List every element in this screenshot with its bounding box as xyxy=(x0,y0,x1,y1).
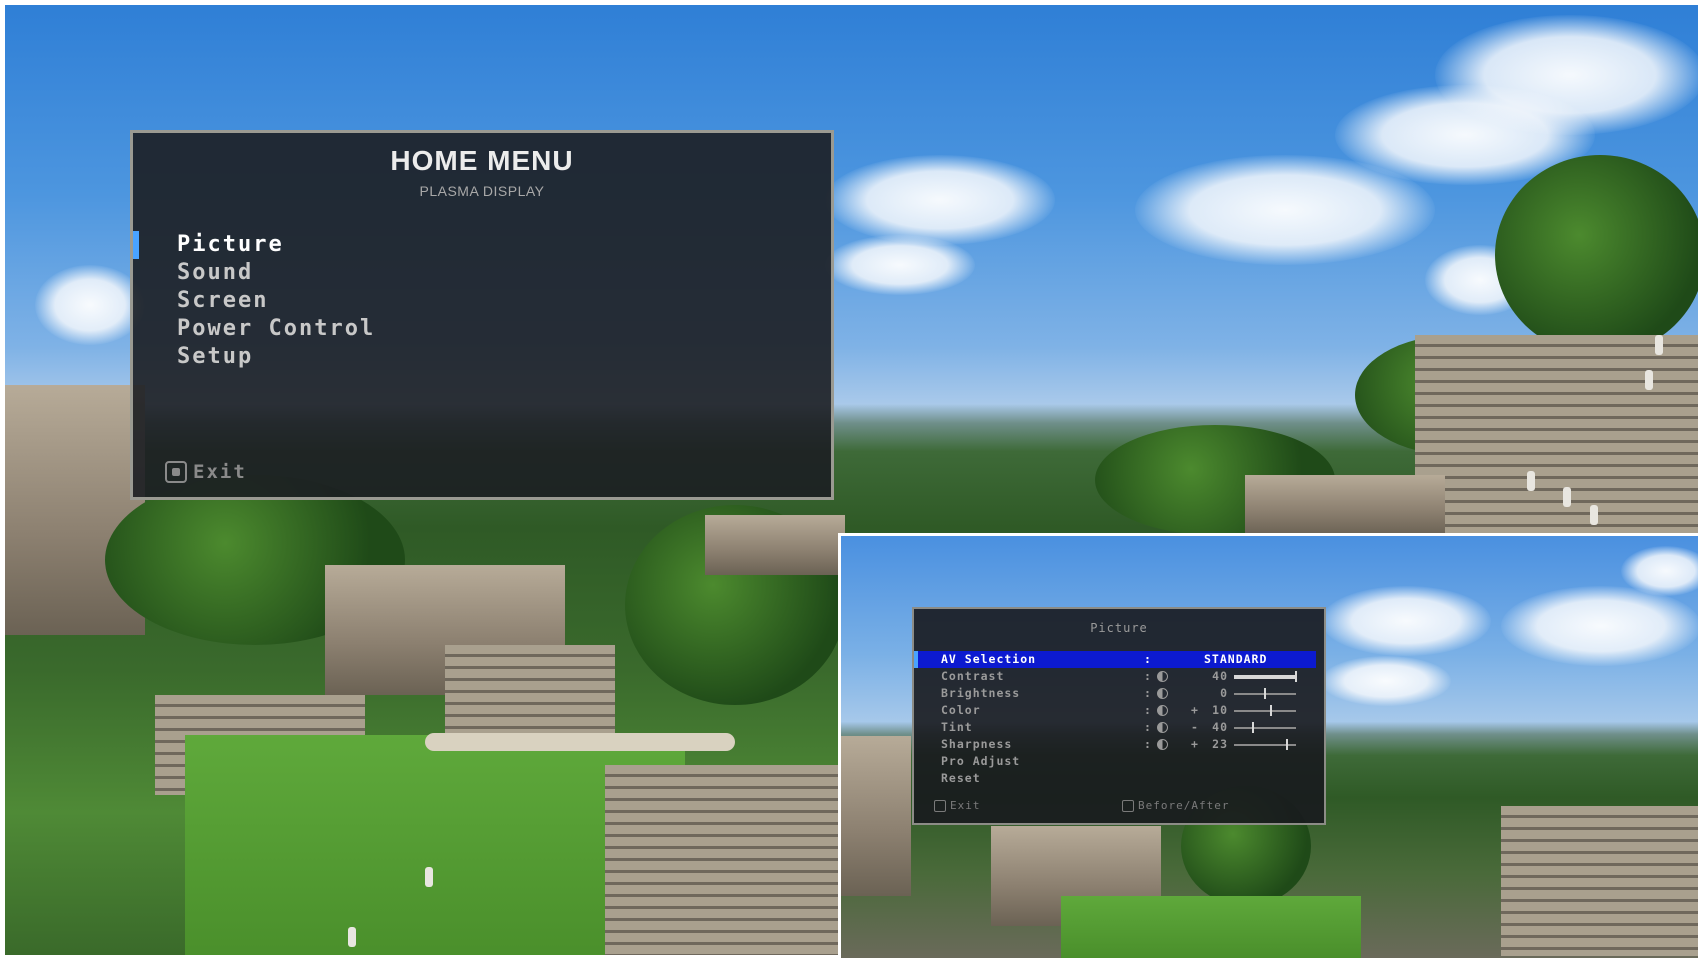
sharpness-label: Sharpness xyxy=(941,737,1013,751)
av-selection-label: AV Selection xyxy=(941,652,1037,666)
brightness-row[interactable]: Brightness : 0 xyxy=(914,685,1324,702)
picture-menu-panel: Picture AV Selection : STANDARD Contrast… xyxy=(912,607,1326,825)
picture-exit-button[interactable]: Exit xyxy=(934,799,981,812)
contrast-slider-thumb[interactable] xyxy=(1295,671,1297,682)
menu-item-screen[interactable]: Screen xyxy=(133,287,831,315)
brightness-icon xyxy=(1157,688,1168,699)
picture-menu-footer: Exit Before/After xyxy=(914,799,1324,815)
pro-adjust-label: Pro Adjust xyxy=(941,754,1021,768)
contrast-slider-fill xyxy=(1234,675,1296,679)
menu-item-setup[interactable]: Setup xyxy=(133,343,831,371)
contrast-value: 40 xyxy=(1212,669,1228,683)
picture-menu-title: Picture xyxy=(1090,621,1148,635)
brightness-value: 0 xyxy=(1220,686,1228,700)
picture-exit-label: Exit xyxy=(950,799,981,812)
before-after-label: Before/After xyxy=(1138,799,1230,812)
tint-sign: - xyxy=(1191,720,1199,734)
home-menu-panel: HOME MENU PLASMA DISPLAY Picture Sound S… xyxy=(130,130,834,500)
contrast-label: Contrast xyxy=(941,669,1005,683)
tint-row[interactable]: Tint : - 40 xyxy=(914,719,1324,736)
contrast-row[interactable]: Contrast : 40 xyxy=(914,668,1324,685)
menu-item-picture[interactable]: Picture xyxy=(133,231,831,259)
before-after-button[interactable]: Before/After xyxy=(1122,799,1229,812)
brightness-slider-thumb[interactable] xyxy=(1264,688,1266,699)
tint-slider-track[interactable] xyxy=(1234,727,1296,729)
sharpness-sign: + xyxy=(1191,737,1199,751)
menu-item-sound[interactable]: Sound xyxy=(133,259,831,287)
home-menu-list: Picture Sound Screen Power Control Setup xyxy=(133,231,831,371)
sharpness-row[interactable]: Sharpness : + 23 xyxy=(914,736,1324,753)
home-menu-title: HOME MENU xyxy=(390,145,574,176)
color-label: Color xyxy=(941,703,981,717)
tint-icon xyxy=(1157,722,1168,733)
sharpness-icon xyxy=(1157,739,1168,750)
contrast-icon xyxy=(1157,671,1168,682)
tint-slider-thumb[interactable] xyxy=(1252,722,1254,733)
sharpness-slider-thumb[interactable] xyxy=(1286,739,1288,750)
reset-item[interactable]: Reset xyxy=(914,770,1324,787)
remote-key-icon xyxy=(934,799,946,812)
reset-label: Reset xyxy=(941,771,981,785)
remote-key-icon xyxy=(1122,799,1134,812)
exit-label: Exit xyxy=(193,461,247,483)
tint-value: 40 xyxy=(1212,720,1228,734)
color-icon xyxy=(1157,705,1168,716)
color-slider-track[interactable] xyxy=(1234,710,1296,712)
color-sign: + xyxy=(1191,703,1199,717)
picture-settings-list: AV Selection : STANDARD Contrast : 40 Br… xyxy=(914,651,1324,787)
color-slider-thumb[interactable] xyxy=(1270,705,1272,716)
exit-button[interactable]: Exit xyxy=(165,461,247,483)
pro-adjust-item[interactable]: Pro Adjust xyxy=(914,753,1324,770)
tint-label: Tint xyxy=(941,720,973,734)
av-selection-row[interactable]: AV Selection : STANDARD xyxy=(914,651,1324,668)
brightness-label: Brightness xyxy=(941,686,1021,700)
color-value: 10 xyxy=(1212,703,1228,717)
remote-key-icon xyxy=(165,461,187,483)
home-menu-subtitle: PLASMA DISPLAY xyxy=(419,183,545,199)
color-row[interactable]: Color : + 10 xyxy=(914,702,1324,719)
sharpness-value: 23 xyxy=(1212,737,1228,751)
menu-item-power-control[interactable]: Power Control xyxy=(133,315,831,343)
av-selection-value: STANDARD xyxy=(1204,652,1268,666)
